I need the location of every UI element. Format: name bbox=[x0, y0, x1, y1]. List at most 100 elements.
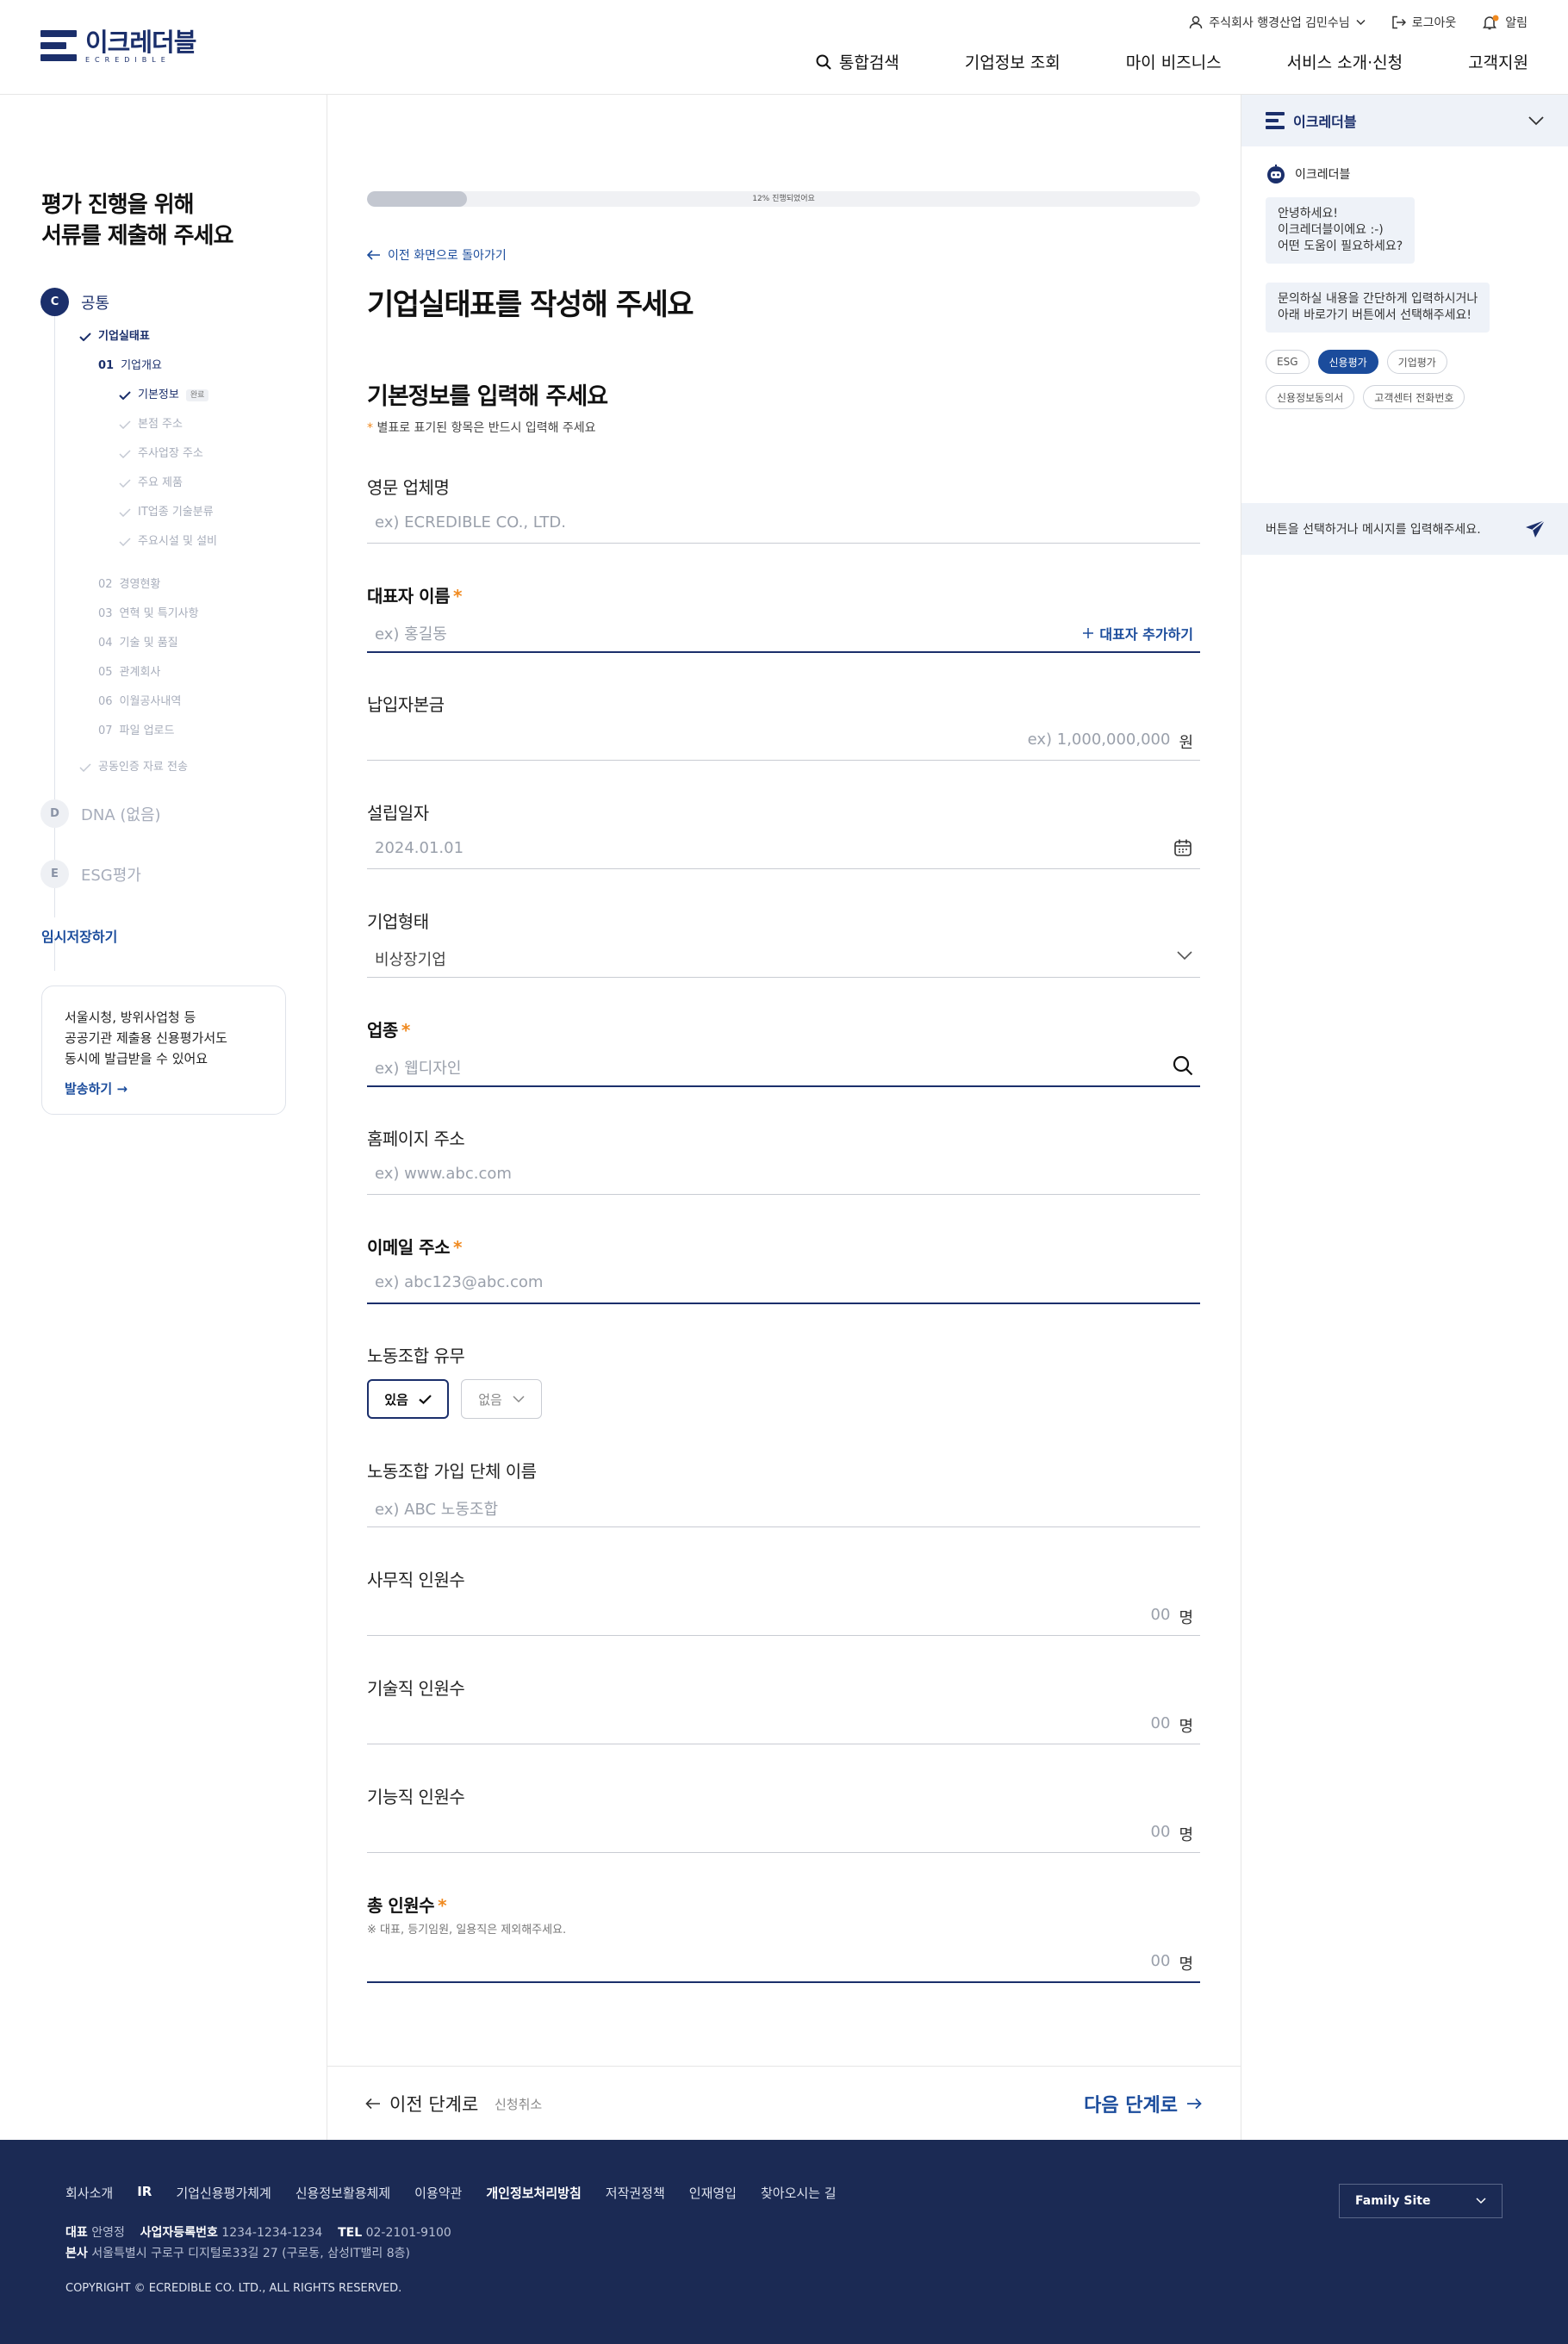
family-site-select[interactable]: Family Site bbox=[1339, 2184, 1503, 2218]
user-menu[interactable]: 주식회사 행경산업 김민수님 bbox=[1189, 14, 1366, 31]
tree-item-it-class[interactable]: IT업종 기술분류 bbox=[79, 498, 217, 527]
chip-credit-rating[interactable]: 신용평가 bbox=[1317, 350, 1378, 374]
chip-company-rating[interactable]: 기업평가 bbox=[1386, 350, 1447, 374]
tree-item-company-report[interactable]: 기업실태표 bbox=[79, 322, 217, 351]
tree-section-04[interactable]: 04 기술 및 품질 bbox=[79, 629, 217, 658]
bell-icon bbox=[1483, 15, 1499, 30]
company-type-select[interactable]: 비상장기업 bbox=[375, 948, 446, 970]
tree-item-hq-address[interactable]: 본점 주소 bbox=[79, 410, 217, 439]
tree-item-facilities[interactable]: 주요시설 및 설비 bbox=[79, 527, 217, 556]
chip-esg[interactable]: ESG bbox=[1266, 350, 1310, 374]
homepage-input[interactable]: ex) www.abc.com bbox=[375, 1165, 1193, 1183]
logo[interactable]: 이크레더블 ECREDIBLE bbox=[40, 29, 196, 64]
prev-step-button[interactable]: 이전 단계로 bbox=[365, 2091, 478, 2117]
founded-underline bbox=[367, 868, 1200, 869]
status-badge: 완료 bbox=[185, 389, 209, 401]
skill-underline bbox=[367, 1852, 1200, 1853]
search-icon[interactable] bbox=[1173, 1055, 1193, 1076]
tree-item-basic-info[interactable]: 기본정보 완료 bbox=[79, 381, 217, 410]
logo-mark-icon bbox=[40, 30, 77, 63]
ceo-label: 대표자 이름 * bbox=[367, 586, 462, 606]
step-esg[interactable]: E ESG평가 bbox=[40, 860, 141, 888]
send-icon[interactable] bbox=[1525, 519, 1546, 538]
footer-link[interactable]: IR bbox=[137, 2184, 152, 2202]
nav-my-business[interactable]: 마이 비즈니스 bbox=[1126, 50, 1222, 73]
utility-bar: 주식회사 행경산업 김민수님 로그아웃 알림 bbox=[1189, 14, 1528, 31]
temp-save-link[interactable]: 임시저장하기 bbox=[41, 925, 117, 946]
footer-link[interactable]: 인재영입 bbox=[689, 2184, 737, 2202]
union-no-button[interactable]: 없음 bbox=[461, 1379, 542, 1419]
eng-name-input[interactable]: ex) ECREDIBLE CO., LTD. bbox=[375, 513, 1193, 532]
add-ceo-button[interactable]: 대표자 추가하기 bbox=[1083, 623, 1193, 644]
ceo-input[interactable]: ex) 홍길동 bbox=[375, 622, 892, 644]
footer-link[interactable]: 개인정보처리방침 bbox=[486, 2184, 581, 2202]
chat-header[interactable]: 이크레더블 bbox=[1241, 95, 1568, 146]
chat-bot: 이크레더블 bbox=[1266, 164, 1350, 184]
office-label: 사무직 인원수 bbox=[367, 1570, 465, 1590]
section-title: 기본정보를 입력해 주세요 bbox=[367, 383, 608, 410]
alarm-button[interactable]: 알림 bbox=[1482, 14, 1528, 31]
office-input[interactable]: 00 명 bbox=[1151, 1606, 1193, 1628]
tree-item-main-site[interactable]: 주사업장 주소 bbox=[79, 439, 217, 469]
footer-link[interactable]: 신용정보활용체제 bbox=[296, 2184, 390, 2202]
tree-item-overview[interactable]: 01 기업개요 bbox=[79, 351, 217, 381]
step-common[interactable]: C 공통 bbox=[40, 288, 109, 316]
industry-input[interactable]: ex) 웹디자인 bbox=[375, 1056, 1064, 1079]
tree-item-cert[interactable]: 공동인증 자료 전송 bbox=[79, 753, 217, 782]
chat-input[interactable]: 버튼을 선택하거나 메시지를 입력해주세요. bbox=[1241, 503, 1568, 555]
chevron-down-icon[interactable] bbox=[1177, 951, 1192, 961]
ceo-underline bbox=[367, 651, 1200, 653]
chat-brand: 이크레더블 bbox=[1266, 110, 1357, 131]
step-dna[interactable]: D DNA (없음) bbox=[40, 799, 161, 828]
union-name-input[interactable]: ex) ABC 노동조합 bbox=[375, 1497, 1193, 1520]
footer-link[interactable]: 이용약관 bbox=[414, 2184, 462, 2202]
header: 이크레더블 ECREDIBLE 주식회사 행경산업 김민수님 로그아웃 알림 통… bbox=[0, 0, 1568, 95]
capital-underline bbox=[367, 760, 1200, 761]
tech-input[interactable]: 00 명 bbox=[1151, 1714, 1193, 1737]
nav-support[interactable]: 고객지원 bbox=[1468, 50, 1528, 73]
calendar-icon[interactable] bbox=[1173, 838, 1192, 857]
tree-section-07[interactable]: 07 파일 업로드 bbox=[79, 717, 217, 746]
check-icon bbox=[119, 391, 131, 400]
email-input[interactable]: ex) abc123@abc.com bbox=[375, 1273, 1193, 1291]
plus-icon bbox=[1083, 628, 1094, 638]
chip-consent[interactable]: 신용정보동의서 bbox=[1266, 385, 1355, 409]
tree-item-products[interactable]: 주요 제품 bbox=[79, 469, 217, 498]
step-badge: C bbox=[40, 288, 69, 316]
footer-link[interactable]: 회사소개 bbox=[65, 2184, 113, 2202]
next-step-button[interactable]: 다음 단계로 bbox=[1084, 2090, 1202, 2117]
nav-search[interactable]: 통합검색 bbox=[816, 50, 899, 73]
arrow-right-icon: → bbox=[116, 1081, 128, 1097]
skill-label: 기능직 인원수 bbox=[367, 1787, 465, 1807]
chat-message: 문의하실 내용을 간단하게 입력하시거나 아래 바로가기 버튼에서 선택해주세요… bbox=[1266, 283, 1490, 333]
union-name-label: 노동조합 가입 단체 이름 bbox=[367, 1461, 537, 1482]
industry-underline bbox=[367, 1085, 1200, 1087]
chevron-down-icon[interactable] bbox=[1528, 115, 1544, 126]
footer-link[interactable]: 기업신용평가체계 bbox=[176, 2184, 271, 2202]
left-sidebar: 평가 진행을 위해 서류를 제출해 주세요 C 공통 기업실태표 01 기업개요… bbox=[0, 95, 327, 2140]
footer-link[interactable]: 저작권정책 bbox=[606, 2184, 665, 2202]
union-yes-button[interactable]: 있음 bbox=[367, 1379, 449, 1419]
capital-input[interactable]: ex) 1,000,000,000 원 bbox=[1028, 731, 1193, 753]
logout-button[interactable]: 로그아웃 bbox=[1391, 14, 1456, 31]
email-underline bbox=[367, 1303, 1200, 1304]
bot-name: 이크레더블 bbox=[1295, 168, 1351, 182]
footer-link[interactable]: 찾아오시는 길 bbox=[761, 2184, 837, 2202]
chip-cs-phone[interactable]: 고객센터 전화번호 bbox=[1363, 385, 1465, 409]
total-input[interactable]: 00 명 bbox=[1151, 1952, 1193, 1974]
chevron-down-icon bbox=[1356, 19, 1366, 26]
founded-input[interactable]: 2024.01.01 bbox=[375, 839, 1064, 857]
nav-service[interactable]: 서비스 소개·신청 bbox=[1287, 50, 1403, 73]
chat-message: 안녕하세요! 이크레더블이에요 :-) 어떤 도움이 필요하세요? bbox=[1266, 197, 1416, 264]
arrow-left-icon bbox=[367, 250, 380, 260]
tree-section-03[interactable]: 03 연혁 및 특기사항 bbox=[79, 600, 217, 629]
nav-company-info[interactable]: 기업정보 조회 bbox=[965, 50, 1061, 73]
back-link[interactable]: 이전 화면으로 돌아가기 bbox=[367, 246, 507, 264]
footer-info: 대표 안영정 사업자등록번호 1234-1234-1234 TEL 02-210… bbox=[65, 2226, 451, 2260]
tree-section-06[interactable]: 06 이월공사내역 bbox=[79, 687, 217, 717]
tree-section-05[interactable]: 05 관계회사 bbox=[79, 658, 217, 687]
promo-send-link[interactable]: 발송하기 → bbox=[65, 1079, 263, 1097]
skill-input[interactable]: 00 명 bbox=[1151, 1823, 1193, 1845]
tree-section-02[interactable]: 02 경영현황 bbox=[79, 570, 217, 600]
cancel-application-button[interactable]: 신청취소 bbox=[495, 2095, 542, 2113]
